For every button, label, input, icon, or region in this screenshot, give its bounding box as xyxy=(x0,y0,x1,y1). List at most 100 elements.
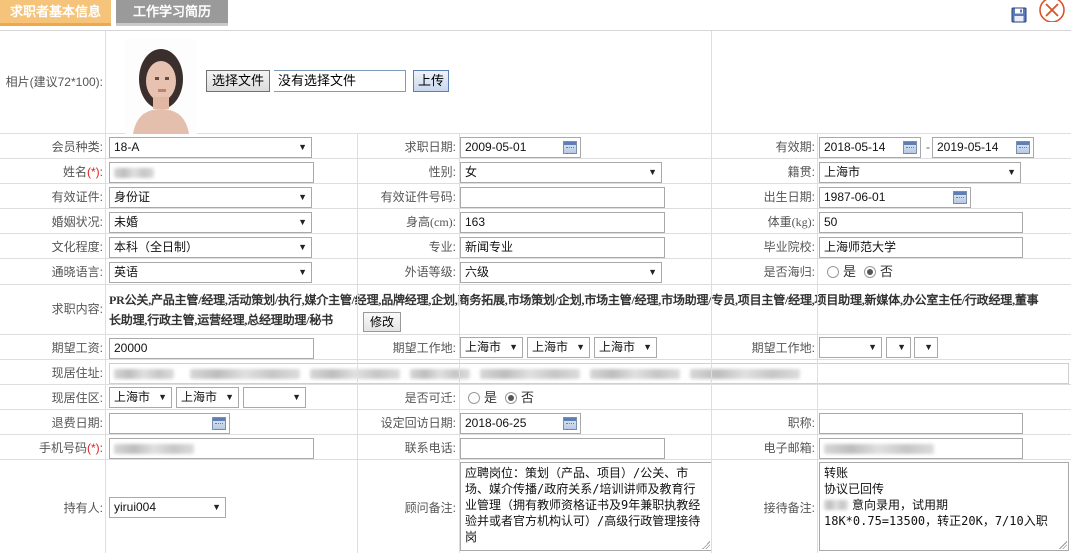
job-seeker-form: 相片(建议72*100): 选择文件 没有选择文件 上传 会员种类: 18-A ▼… xyxy=(0,30,1071,553)
calendar-icon[interactable] xyxy=(563,417,577,430)
email-label: 电子邮箱: xyxy=(763,441,815,455)
education-select[interactable]: 本科（全日制） ▼ xyxy=(109,237,312,258)
avatar xyxy=(125,39,197,134)
calendar-icon[interactable] xyxy=(953,191,967,204)
language-select[interactable]: 英语 ▼ xyxy=(109,262,312,283)
row-notes: 持有人: yirui004 ▼ 顾问备注: 应聘岗位：策划（产品、项目）/公关、市… xyxy=(0,460,1071,553)
overseas-no-radio[interactable] xyxy=(864,266,876,278)
expected2-city-select[interactable]: ▼ xyxy=(886,337,911,358)
upload-button[interactable]: 上传 xyxy=(413,70,450,92)
job-content-label: 求职内容: xyxy=(51,302,103,316)
member-type-label: 会员种类: xyxy=(51,140,103,154)
language-level-select[interactable]: 六级 ▼ xyxy=(460,262,662,283)
choose-file-button[interactable]: 选择文件 xyxy=(206,70,271,92)
id-number-label: 有效证件号码: xyxy=(380,190,456,204)
job-content-line2: 长助理,行政主管,运营经理,总经理助理/秘书 xyxy=(109,313,333,327)
calendar-icon[interactable] xyxy=(1016,141,1030,154)
edit-job-content-button[interactable]: 修改 xyxy=(363,312,402,332)
expected2-district-select[interactable]: ▼ xyxy=(914,337,938,358)
tab-basic-info[interactable]: 求职者基本信息 xyxy=(0,0,111,26)
holder-label: 持有人: xyxy=(63,501,103,515)
refund-date-input[interactable] xyxy=(109,413,230,434)
school-label: 毕业院校: xyxy=(763,240,815,254)
expected-location-label: 期望工作地: xyxy=(392,341,456,355)
row-id: 有效证件: 身份证 ▼ 有效证件号码: 出生日期: 1987-06-01 xyxy=(0,184,1071,209)
current-district-label: 现居住区: xyxy=(51,391,103,405)
close-icon[interactable] xyxy=(1037,0,1067,22)
validity-to-input[interactable]: 2019-05-14 xyxy=(932,137,1034,158)
reception-note-label: 接待备注: xyxy=(763,501,815,515)
revisit-date-input[interactable]: 2018-06-25 xyxy=(460,413,581,434)
expected-district-select[interactable]: 上海市 ▼ xyxy=(594,337,657,358)
validity-label: 有效期: xyxy=(775,140,815,154)
revisit-date-label: 设定回访日期: xyxy=(380,416,456,430)
tab-bar: 求职者基本信息 工作学习简历 xyxy=(0,0,1071,30)
tab-work-study-resume[interactable]: 工作学习简历 xyxy=(116,0,228,26)
consultant-note-label: 顾问备注: xyxy=(404,501,456,515)
title-input[interactable] xyxy=(819,413,1023,434)
gender-select[interactable]: 女 ▼ xyxy=(460,162,662,183)
photo-label: 相片(建议72*100): xyxy=(5,75,103,89)
name-label: 姓名(*): xyxy=(62,165,103,179)
mobile-label: 手机号码(*): xyxy=(38,441,103,455)
job-content-line1: PR公关,产品主管/经理,活动策划/执行,媒介主管/经理,品牌经理,企划,商务拓… xyxy=(109,293,1039,307)
relocate-label: 是否可迁: xyxy=(404,391,456,405)
row-expectations: 期望工资: 20000 期望工作地: 上海市 ▼ 上海市 ▼ 上海市 ▼ 期望工作地:… xyxy=(0,335,1071,360)
row-current-address: 现居住址: xyxy=(0,360,1071,385)
consultant-note-textarea[interactable]: 应聘岗位：策划（产品、项目）/公关、市场、媒介传播/政府关系/培训讲师及教育行业… xyxy=(460,462,712,551)
row-dates: 退费日期: 设定回访日期: 2018-06-25 职称: xyxy=(0,410,1071,435)
row-language: 通晓语言: 英语 ▼ 外语等级: 六级 ▼ 是否海归: 是 否 xyxy=(0,259,1071,285)
expected-province-select[interactable]: 上海市 ▼ xyxy=(460,337,523,358)
phone-label: 联系电话: xyxy=(404,441,456,455)
relocate-no-radio[interactable] xyxy=(505,392,517,404)
title-label: 职称: xyxy=(787,416,815,430)
native-place-select[interactable]: 上海市 ▼ xyxy=(819,162,1021,183)
row-member-type: 会员种类: 18-A ▼ 求职日期: 2009-05-01 有效期: 2018-0… xyxy=(0,134,1071,159)
expected-salary-label: 期望工资: xyxy=(51,341,103,355)
calendar-icon[interactable] xyxy=(212,417,226,430)
weight-input[interactable]: 50 xyxy=(819,212,1023,233)
language-label: 通晓语言: xyxy=(51,265,103,279)
native-place-label: 籍贯: xyxy=(787,165,815,179)
name-input[interactable] xyxy=(109,162,314,183)
calendar-icon[interactable] xyxy=(563,141,577,154)
marital-select[interactable]: 未婚 ▼ xyxy=(109,212,312,233)
expected-salary-input[interactable]: 20000 xyxy=(109,338,314,359)
id-type-select[interactable]: 身份证 ▼ xyxy=(109,187,312,208)
id-type-label: 有效证件: xyxy=(51,190,103,204)
expected2-province-select[interactable]: ▼ xyxy=(819,337,882,358)
mobile-input[interactable] xyxy=(109,438,314,459)
school-input[interactable]: 上海师范大学 xyxy=(819,237,1023,258)
row-job-content: 求职内容: PR公关,产品主管/经理,活动策划/执行,媒介主管/经理,品牌经理,… xyxy=(0,285,1071,335)
calendar-icon[interactable] xyxy=(903,141,917,154)
member-type-select[interactable]: 18-A ▼ xyxy=(109,137,312,158)
phone-input[interactable] xyxy=(460,438,665,459)
major-label: 专业: xyxy=(428,240,456,254)
row-contacts: 手机号码(*): 联系电话: 电子邮箱: xyxy=(0,435,1071,460)
reception-note-textarea[interactable]: 转账 协议已回传 意向录用，试用期 18K*0.75=13500，转正20K，7/10… xyxy=(819,462,1069,551)
email-input[interactable] xyxy=(819,438,1023,459)
district-area-select[interactable]: ▼ xyxy=(243,387,306,408)
district-city-select[interactable]: 上海市 ▼ xyxy=(176,387,239,408)
birth-date-input[interactable]: 1987-06-01 xyxy=(819,187,971,208)
height-input[interactable]: 163 xyxy=(460,212,665,233)
holder-select[interactable]: yirui004 ▼ xyxy=(109,497,226,518)
job-date-label: 求职日期: xyxy=(404,140,456,154)
save-icon[interactable] xyxy=(1011,7,1027,23)
row-education: 文化程度: 本科（全日制） ▼ 专业: 新闻专业 毕业院校: 上海师范大学 xyxy=(0,234,1071,259)
file-name-text: 没有选择文件 xyxy=(274,70,406,92)
id-number-input[interactable] xyxy=(460,187,665,208)
relocate-yes-radio[interactable] xyxy=(468,392,480,404)
district-province-select[interactable]: 上海市 ▼ xyxy=(109,387,172,408)
current-address-input[interactable] xyxy=(109,363,1069,384)
language-level-label: 外语等级: xyxy=(404,265,456,279)
overseas-label: 是否海归: xyxy=(763,265,815,279)
row-name: 姓名(*): 性别: 女 ▼ 籍贯: 上海市 ▼ xyxy=(0,159,1071,184)
expected-city-select[interactable]: 上海市 ▼ xyxy=(527,337,590,358)
validity-from-input[interactable]: 2018-05-14 xyxy=(819,137,921,158)
job-date-input[interactable]: 2009-05-01 xyxy=(460,137,581,158)
height-label: 身高(cm): xyxy=(405,215,456,229)
marital-label: 婚姻状况: xyxy=(51,215,103,229)
major-input[interactable]: 新闻专业 xyxy=(460,237,665,258)
overseas-yes-radio[interactable] xyxy=(827,266,839,278)
